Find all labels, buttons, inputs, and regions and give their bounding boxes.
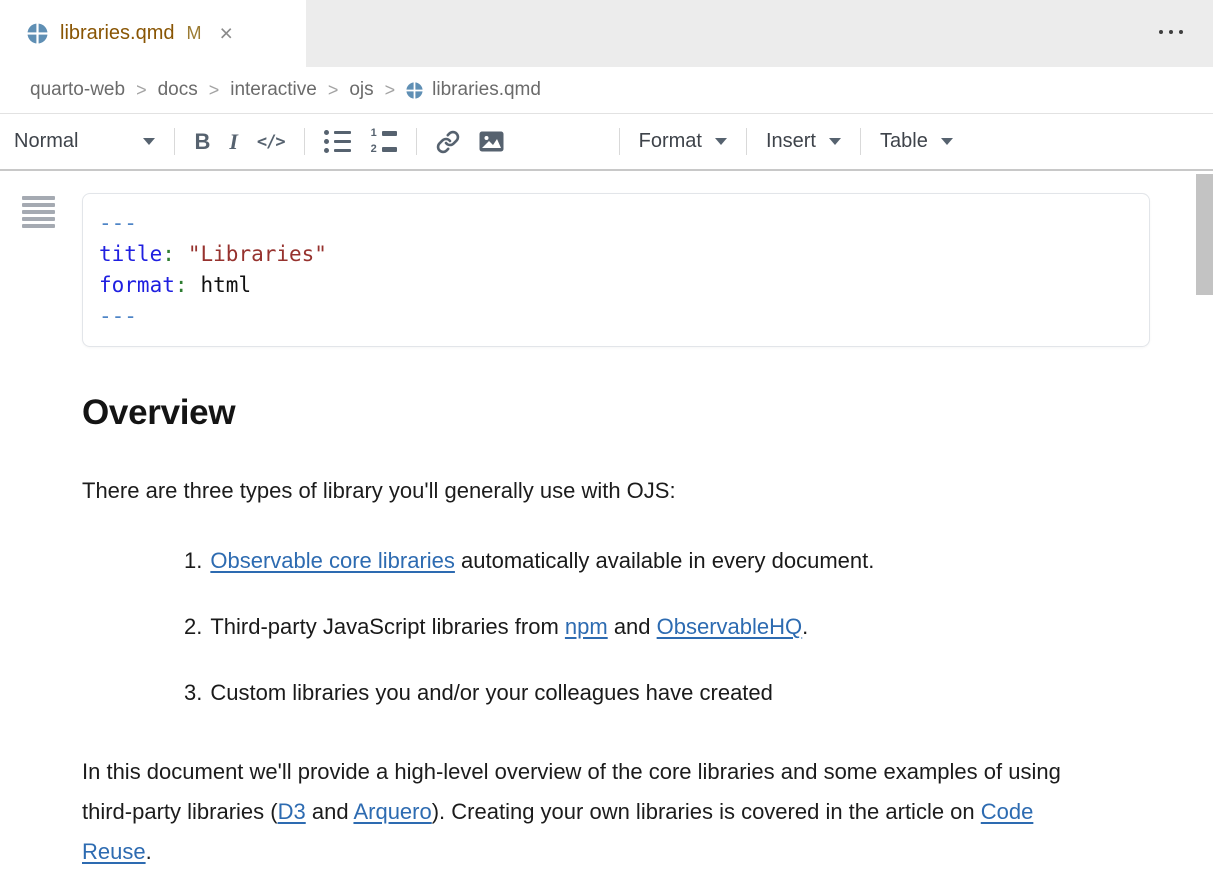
bold-button[interactable]: B [194,129,210,155]
breadcrumb-item-quarto-web[interactable]: quarto-web [30,79,125,101]
close-icon[interactable]: × [219,22,232,45]
insert-menu[interactable]: Insert [766,130,841,153]
link-button[interactable] [436,130,460,154]
caret-down-icon [941,138,953,145]
intro-paragraph[interactable]: There are three types of library you'll … [82,477,1150,505]
caret-down-icon [715,138,727,145]
paragraph-style-select[interactable]: Normal [14,130,78,153]
toolbar-separator [304,128,305,155]
bullet-list-button[interactable] [324,130,351,153]
tab-title: libraries.qmd [60,22,174,45]
breadcrumb-item-file[interactable]: libraries.qmd [406,79,541,101]
toolbar-separator [860,128,861,155]
breadcrumb-item-docs[interactable]: docs [158,79,198,101]
toolbar-separator [619,128,620,155]
npm-link[interactable]: npm [565,614,608,639]
observablehq-link[interactable]: ObservableHQ [657,614,803,639]
italic-button[interactable]: I [229,129,238,155]
list-item[interactable]: 1.Observable core libraries automaticall… [184,547,1150,575]
breadcrumb-item-interactive[interactable]: interactive [230,79,317,101]
chevron-right-icon: > [136,80,147,101]
numbered-list-button[interactable]: 1 2 [370,128,397,155]
more-actions-icon[interactable] [1159,30,1183,34]
image-icon [479,131,504,152]
link-icon [436,130,460,154]
yaml-front-matter-block[interactable]: --- title:"Libraries" format:html --- [82,193,1150,347]
yaml-title-line: title:"Libraries" [99,239,1133,270]
table-menu[interactable]: Table [880,130,953,153]
breadcrumb-file-label: libraries.qmd [432,79,541,101]
tab-bar: libraries.qmd M × [0,0,1213,67]
chevron-right-icon: > [209,80,220,101]
editor-toolbar: Normal B I </> 1 2 Format [0,113,1213,171]
image-button[interactable] [479,131,504,152]
list-item[interactable]: 3.Custom libraries you and/or your colle… [184,679,1150,707]
yaml-close-delimiter: --- [99,301,1133,332]
quarto-icon [27,23,48,44]
quarto-icon [406,82,423,99]
list-item-number: 1. [184,548,202,573]
yaml-format-line: format:html [99,270,1133,301]
editor-content: --- title:"Libraries" format:html --- Ov… [0,171,1213,889]
arquero-link[interactable]: Arquero [353,799,431,824]
toolbar-separator [746,128,747,155]
list-item-number: 3. [184,680,202,705]
breadcrumb-item-ojs[interactable]: ojs [349,79,373,101]
caret-down-icon [829,138,841,145]
format-menu[interactable]: Format [639,130,727,153]
document-body: --- title:"Libraries" format:html --- Ov… [82,193,1150,872]
list-item-number: 2. [184,614,202,639]
toolbar-separator [416,128,417,155]
toolbar-separator [174,128,175,155]
chevron-right-icon: > [328,80,339,101]
observable-core-libraries-link[interactable]: Observable core libraries [210,548,455,573]
d3-link[interactable]: D3 [278,799,306,824]
bullet-list-icon [324,130,351,153]
breadcrumb: quarto-web > docs > interactive > ojs > … [0,67,1213,113]
closing-paragraph[interactable]: In this document we'll provide a high-le… [82,752,1094,872]
tab-libraries-qmd[interactable]: libraries.qmd M × [0,0,306,67]
numbered-list-icon: 1 2 [370,128,397,155]
list-item[interactable]: 2.Third-party JavaScript libraries from … [184,613,1150,641]
yaml-open-delimiter: --- [99,208,1133,239]
drag-handle-icon[interactable] [22,196,55,231]
caret-down-icon[interactable] [143,138,155,145]
page-title[interactable]: Overview [82,393,1150,433]
git-modified-badge: M [186,23,201,44]
ordered-list: 1.Observable core libraries automaticall… [82,547,1150,707]
code-button[interactable]: </> [257,132,285,152]
chevron-right-icon: > [385,80,396,101]
scrollbar-thumb[interactable] [1196,174,1213,295]
